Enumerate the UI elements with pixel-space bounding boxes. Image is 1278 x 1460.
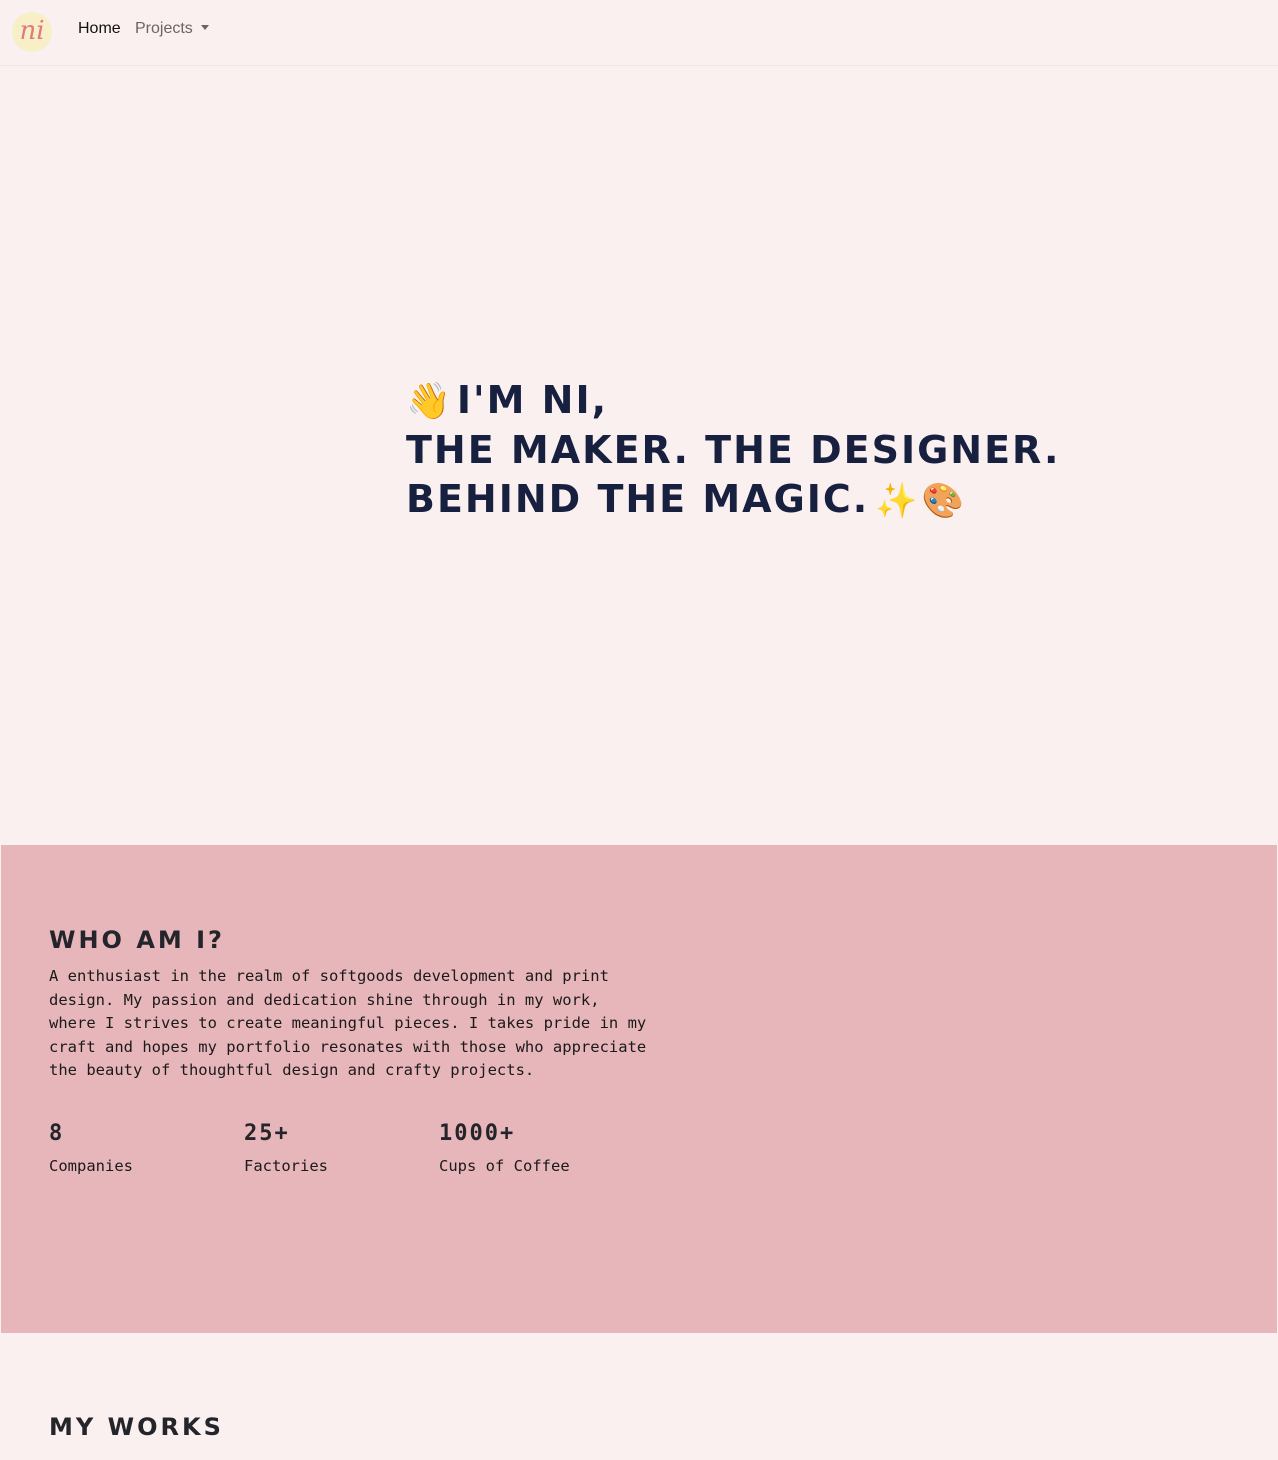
about-title: WHO AM I?: [49, 926, 225, 954]
page: ni Home Projects 👋 I'M NI, THE MAKER. THE…: [0, 0, 1278, 1460]
sparkles-icon: ✨: [875, 481, 918, 521]
art-palette-icon: 🎨: [921, 481, 964, 521]
about-description: A enthusiast in the realm of softgoods d…: [49, 967, 647, 1079]
logo[interactable]: ni: [12, 12, 52, 52]
hero-line-3: BEHIND THE MAGIC. ✨ 🎨: [406, 475, 966, 526]
stat-coffee: 1000+ Cups of Coffee: [439, 1120, 570, 1176]
stat-companies: 8 Companies: [49, 1120, 133, 1176]
stat-value: 25+: [244, 1121, 290, 1146]
stat-value: 8: [49, 1121, 65, 1146]
stat-value: 1000+: [439, 1121, 516, 1146]
works-title: MY WORKS: [49, 1413, 224, 1441]
navbar: ni Home Projects: [0, 0, 1278, 66]
hero-line-2: THE MAKER. THE DESIGNER.: [406, 428, 1061, 472]
hero-tagline: BEHIND THE MAGIC.: [406, 477, 870, 521]
nav-home-link[interactable]: Home: [78, 19, 121, 39]
hero-line-1: 👋 I'M NI,: [406, 376, 966, 426]
chevron-down-icon: [200, 25, 209, 30]
hero-title: 👋 I'M NI, THE MAKER. THE DESIGNER. BEHIND…: [406, 376, 1061, 526]
nav-projects-dropdown[interactable]: Projects: [135, 19, 209, 39]
hero-greeting: I'M NI,: [456, 378, 609, 422]
stat-label: Cups of Coffee: [439, 1157, 570, 1175]
stat-factories: 25+ Factories: [244, 1120, 328, 1176]
stat-label: Companies: [49, 1157, 133, 1175]
waving-hand-icon: 👋: [406, 381, 451, 422]
logo-text: ni: [19, 16, 45, 46]
stat-label: Factories: [244, 1157, 328, 1175]
nav-projects-label: Projects: [135, 20, 193, 37]
about-section: WHO AM I? A enthusiast in the realm of s…: [1, 845, 1277, 1333]
